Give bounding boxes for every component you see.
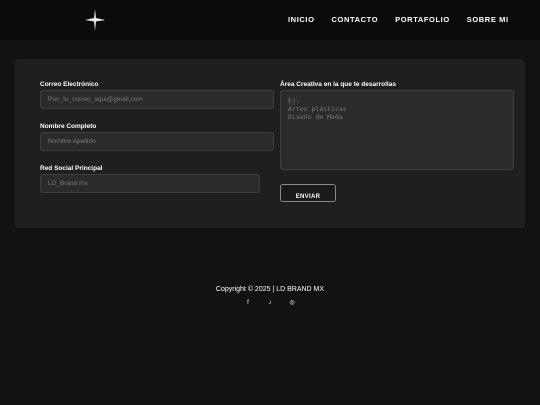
submit-button-label: ENVIAR bbox=[295, 194, 321, 200]
name-placeholder: Nombre Apellido bbox=[48, 138, 96, 145]
email-placeholder: Pon_tu_correo_aqui@gmail.com bbox=[48, 96, 143, 103]
social-field[interactable]: LD_Brand.mx bbox=[40, 174, 260, 193]
star-logo-icon[interactable] bbox=[84, 8, 106, 32]
site-header: INICIO CONTACTO PORTAFOLIO SOBRE MI bbox=[0, 0, 540, 40]
submit-button[interactable]: ENVIAR bbox=[280, 184, 336, 202]
nav-item-inicio[interactable]: INICIO bbox=[288, 15, 315, 24]
instagram-icon[interactable]: ◎ bbox=[290, 300, 295, 307]
social-links: f ♪ ◎ bbox=[0, 300, 540, 307]
facebook-icon[interactable]: f bbox=[246, 300, 251, 307]
tiktok-icon[interactable]: ♪ bbox=[268, 300, 273, 307]
nav-item-sobre-mi[interactable]: SOBRE MI bbox=[467, 15, 509, 24]
email-field[interactable]: Pon_tu_correo_aqui@gmail.com bbox=[40, 90, 274, 109]
area-placeholder: Ej: Artes plásticas Diseño de Moda bbox=[288, 97, 347, 121]
name-field[interactable]: Nombre Apellido bbox=[40, 132, 274, 151]
name-label: Nombre Completo bbox=[40, 123, 97, 130]
social-placeholder: LD_Brand.mx bbox=[48, 180, 88, 187]
email-label: Correo Electrónico bbox=[40, 81, 99, 88]
nav-item-contacto[interactable]: CONTACTO bbox=[332, 15, 379, 24]
nav-item-portafolio[interactable]: PORTAFOLIO bbox=[395, 15, 450, 24]
social-label: Red Social Principal bbox=[40, 165, 103, 172]
area-label: Área Creativa en la que te desarrollas bbox=[280, 81, 396, 88]
area-textarea[interactable]: Ej: Artes plásticas Diseño de Moda bbox=[280, 90, 514, 170]
main-nav: INICIO CONTACTO PORTAFOLIO SOBRE MI bbox=[288, 15, 526, 24]
copyright-text: Copyright © 2025 | LD BRAND MX bbox=[215, 286, 325, 293]
